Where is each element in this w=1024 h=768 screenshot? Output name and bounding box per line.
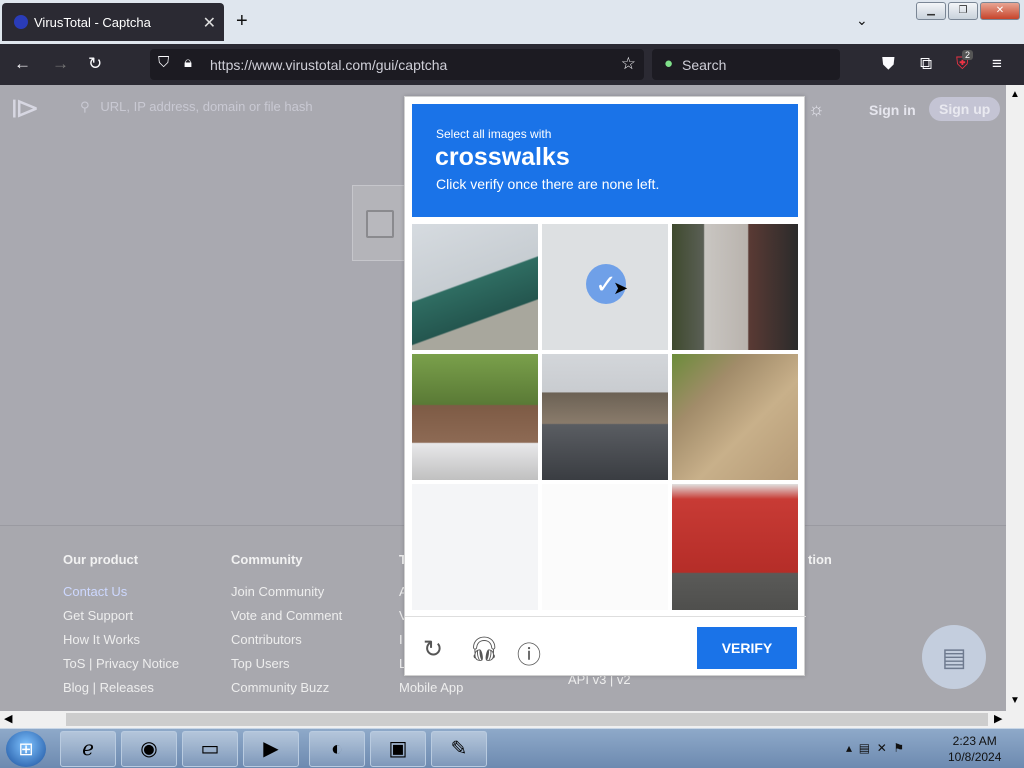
- mouse-cursor-icon: ➤: [613, 278, 629, 298]
- browser-nav-bar: ← → ↻ ⛉ 🔒︎ https://www.virustotal.com/gu…: [0, 44, 1024, 85]
- search-placeholder: Search: [682, 57, 727, 73]
- captcha-tile-1[interactable]: [412, 224, 538, 350]
- captcha-tile-2[interactable]: ✓: [542, 224, 668, 350]
- start-button-icon[interactable]: ⊞: [6, 731, 46, 767]
- footer-link[interactable]: Blog | Releases: [63, 676, 179, 700]
- captcha-tile-3[interactable]: [672, 224, 798, 350]
- window-close-icon[interactable]: ✕: [980, 2, 1020, 20]
- browser-search-box[interactable]: ● Search: [652, 49, 840, 80]
- site-search-placeholder: URL, IP address, domain or file hash: [100, 99, 313, 114]
- clock-time: 2:23 AM: [952, 734, 997, 748]
- horizontal-scrollbar[interactable]: ◀ ▶: [0, 711, 1024, 728]
- captcha-checkbox-widget: [352, 185, 406, 261]
- footer-link[interactable]: How It Works: [63, 628, 179, 652]
- captcha-target-word: crosswalks: [435, 143, 570, 171]
- close-tab-icon[interactable]: ✕: [203, 13, 216, 33]
- footer-heading: Community: [231, 552, 303, 567]
- tracking-shield-icon[interactable]: ⛉: [158, 54, 169, 71]
- taskbar: ⊞ ℯ ◉ ▭ ▶ ◐ ▣ ✎ ▴ ▤ ✕ ⚑ 2:23 AM 10/8/202…: [0, 728, 1024, 768]
- bookmark-star-icon[interactable]: ☆: [621, 54, 636, 74]
- footer-link[interactable]: Mobile App: [399, 676, 463, 700]
- sign-in-link[interactable]: Sign in: [869, 102, 916, 118]
- footer-col-product: Our product Contact Us Get Support How I…: [63, 548, 179, 700]
- footer-link[interactable]: Contributors: [231, 628, 342, 652]
- search-engine-icon: ●: [664, 55, 674, 72]
- browser-title-bar: VirusTotal - Captcha ✕ + ⌄ ▁ ❐ ✕: [0, 0, 1024, 44]
- footer-link[interactable]: Top Users: [231, 652, 342, 676]
- footer-link[interactable]: ToS | Privacy Notice: [63, 652, 179, 676]
- reload-challenge-icon[interactable]: ↻: [423, 635, 443, 664]
- extension-badge: 2: [962, 50, 974, 60]
- virustotal-logo-icon[interactable]: ⧐: [10, 91, 40, 126]
- minimize-icon[interactable]: ▁: [916, 2, 946, 20]
- extensions-icon[interactable]: ⧉: [920, 54, 932, 74]
- captcha-tile-9[interactable]: [672, 484, 798, 610]
- lock-icon[interactable]: 🔒︎: [184, 54, 192, 71]
- media-player-icon[interactable]: ▶: [243, 731, 299, 767]
- theme-toggle-icon[interactable]: ☼: [808, 99, 825, 120]
- captcha-tile-5[interactable]: [542, 354, 668, 480]
- pocket-icon[interactable]: ⛊: [882, 54, 895, 74]
- footer-link[interactable]: Join Community: [231, 580, 342, 604]
- browser-tab-active[interactable]: VirusTotal - Captcha ✕: [2, 3, 224, 41]
- clock[interactable]: 2:23 AM 10/8/2024: [948, 733, 1001, 765]
- captcha-tile-7[interactable]: [412, 484, 538, 610]
- task-manager-icon[interactable]: ▣: [370, 731, 426, 767]
- notepad-icon[interactable]: ✎: [431, 731, 487, 767]
- scroll-right-icon[interactable]: ▶: [994, 712, 1002, 725]
- footer-link[interactable]: Vote and Comment: [231, 604, 342, 628]
- footer-col-community: Community Join Community Vote and Commen…: [231, 548, 342, 700]
- clock-date: 10/8/2024: [948, 750, 1002, 764]
- sign-up-button[interactable]: Sign up: [929, 97, 1001, 121]
- new-tab-icon[interactable]: +: [236, 10, 248, 33]
- app-icon[interactable]: ◐: [309, 731, 365, 767]
- chat-bubble-icon[interactable]: ▤: [922, 625, 986, 689]
- footer-link[interactable]: Community Buzz: [231, 676, 342, 700]
- url-text[interactable]: https://www.virustotal.com/gui/captcha: [210, 57, 447, 73]
- audio-challenge-icon[interactable]: 🎧︎: [469, 635, 499, 664]
- site-search-input[interactable]: ⚲ URL, IP address, domain or file hash: [80, 99, 313, 115]
- url-bar[interactable]: ⛉ 🔒︎ https://www.virustotal.com/gui/capt…: [150, 49, 644, 80]
- verify-button[interactable]: VERIFY: [697, 627, 797, 669]
- scroll-up-icon[interactable]: ▲: [1010, 89, 1020, 100]
- vertical-scrollbar[interactable]: ▲ ▼: [1006, 85, 1024, 711]
- list-tabs-chevron-icon[interactable]: ⌄: [856, 12, 868, 29]
- captcha-tile-4[interactable]: [412, 354, 538, 480]
- menu-icon[interactable]: ≡: [992, 54, 1002, 74]
- captcha-tile-6[interactable]: [672, 354, 798, 480]
- system-tray-icons[interactable]: ▴ ▤ ✕ ⚑: [846, 741, 904, 755]
- tab-title: VirusTotal - Captcha: [34, 14, 151, 30]
- forward-icon[interactable]: →: [52, 54, 69, 74]
- firefox-icon[interactable]: ◉: [121, 731, 177, 767]
- scroll-left-icon[interactable]: ◀: [4, 712, 12, 725]
- virustotal-favicon-icon: [14, 15, 28, 29]
- info-icon[interactable]: ⓘ: [517, 635, 541, 670]
- scrollbar-thumb[interactable]: [66, 713, 988, 726]
- restore-icon[interactable]: ❐: [948, 2, 978, 20]
- scroll-down-icon[interactable]: ▼: [1010, 695, 1020, 706]
- captcha-prompt-line3: Click verify once there are none left.: [436, 176, 660, 192]
- back-icon[interactable]: ←: [14, 54, 31, 74]
- captcha-prompt-line1: Select all images with: [436, 127, 552, 141]
- captcha-challenge-dialog: Select all images with crosswalks Click …: [404, 96, 806, 676]
- captcha-prompt-header: Select all images with crosswalks Click …: [412, 104, 798, 217]
- window-controls: ▁ ❐ ✕: [916, 2, 1020, 20]
- captcha-checkbox[interactable]: [366, 210, 394, 238]
- file-explorer-icon[interactable]: ▭: [182, 731, 238, 767]
- reload-icon[interactable]: ↻: [88, 54, 102, 74]
- footer-link[interactable]: Get Support: [63, 604, 179, 628]
- internet-explorer-icon[interactable]: ℯ: [60, 731, 116, 767]
- captcha-tile-8[interactable]: [542, 484, 668, 610]
- footer-link[interactable]: Contact Us: [63, 580, 179, 604]
- footer-heading: tion: [808, 552, 832, 567]
- footer-heading: Our product: [63, 552, 139, 567]
- captcha-divider: [405, 616, 806, 617]
